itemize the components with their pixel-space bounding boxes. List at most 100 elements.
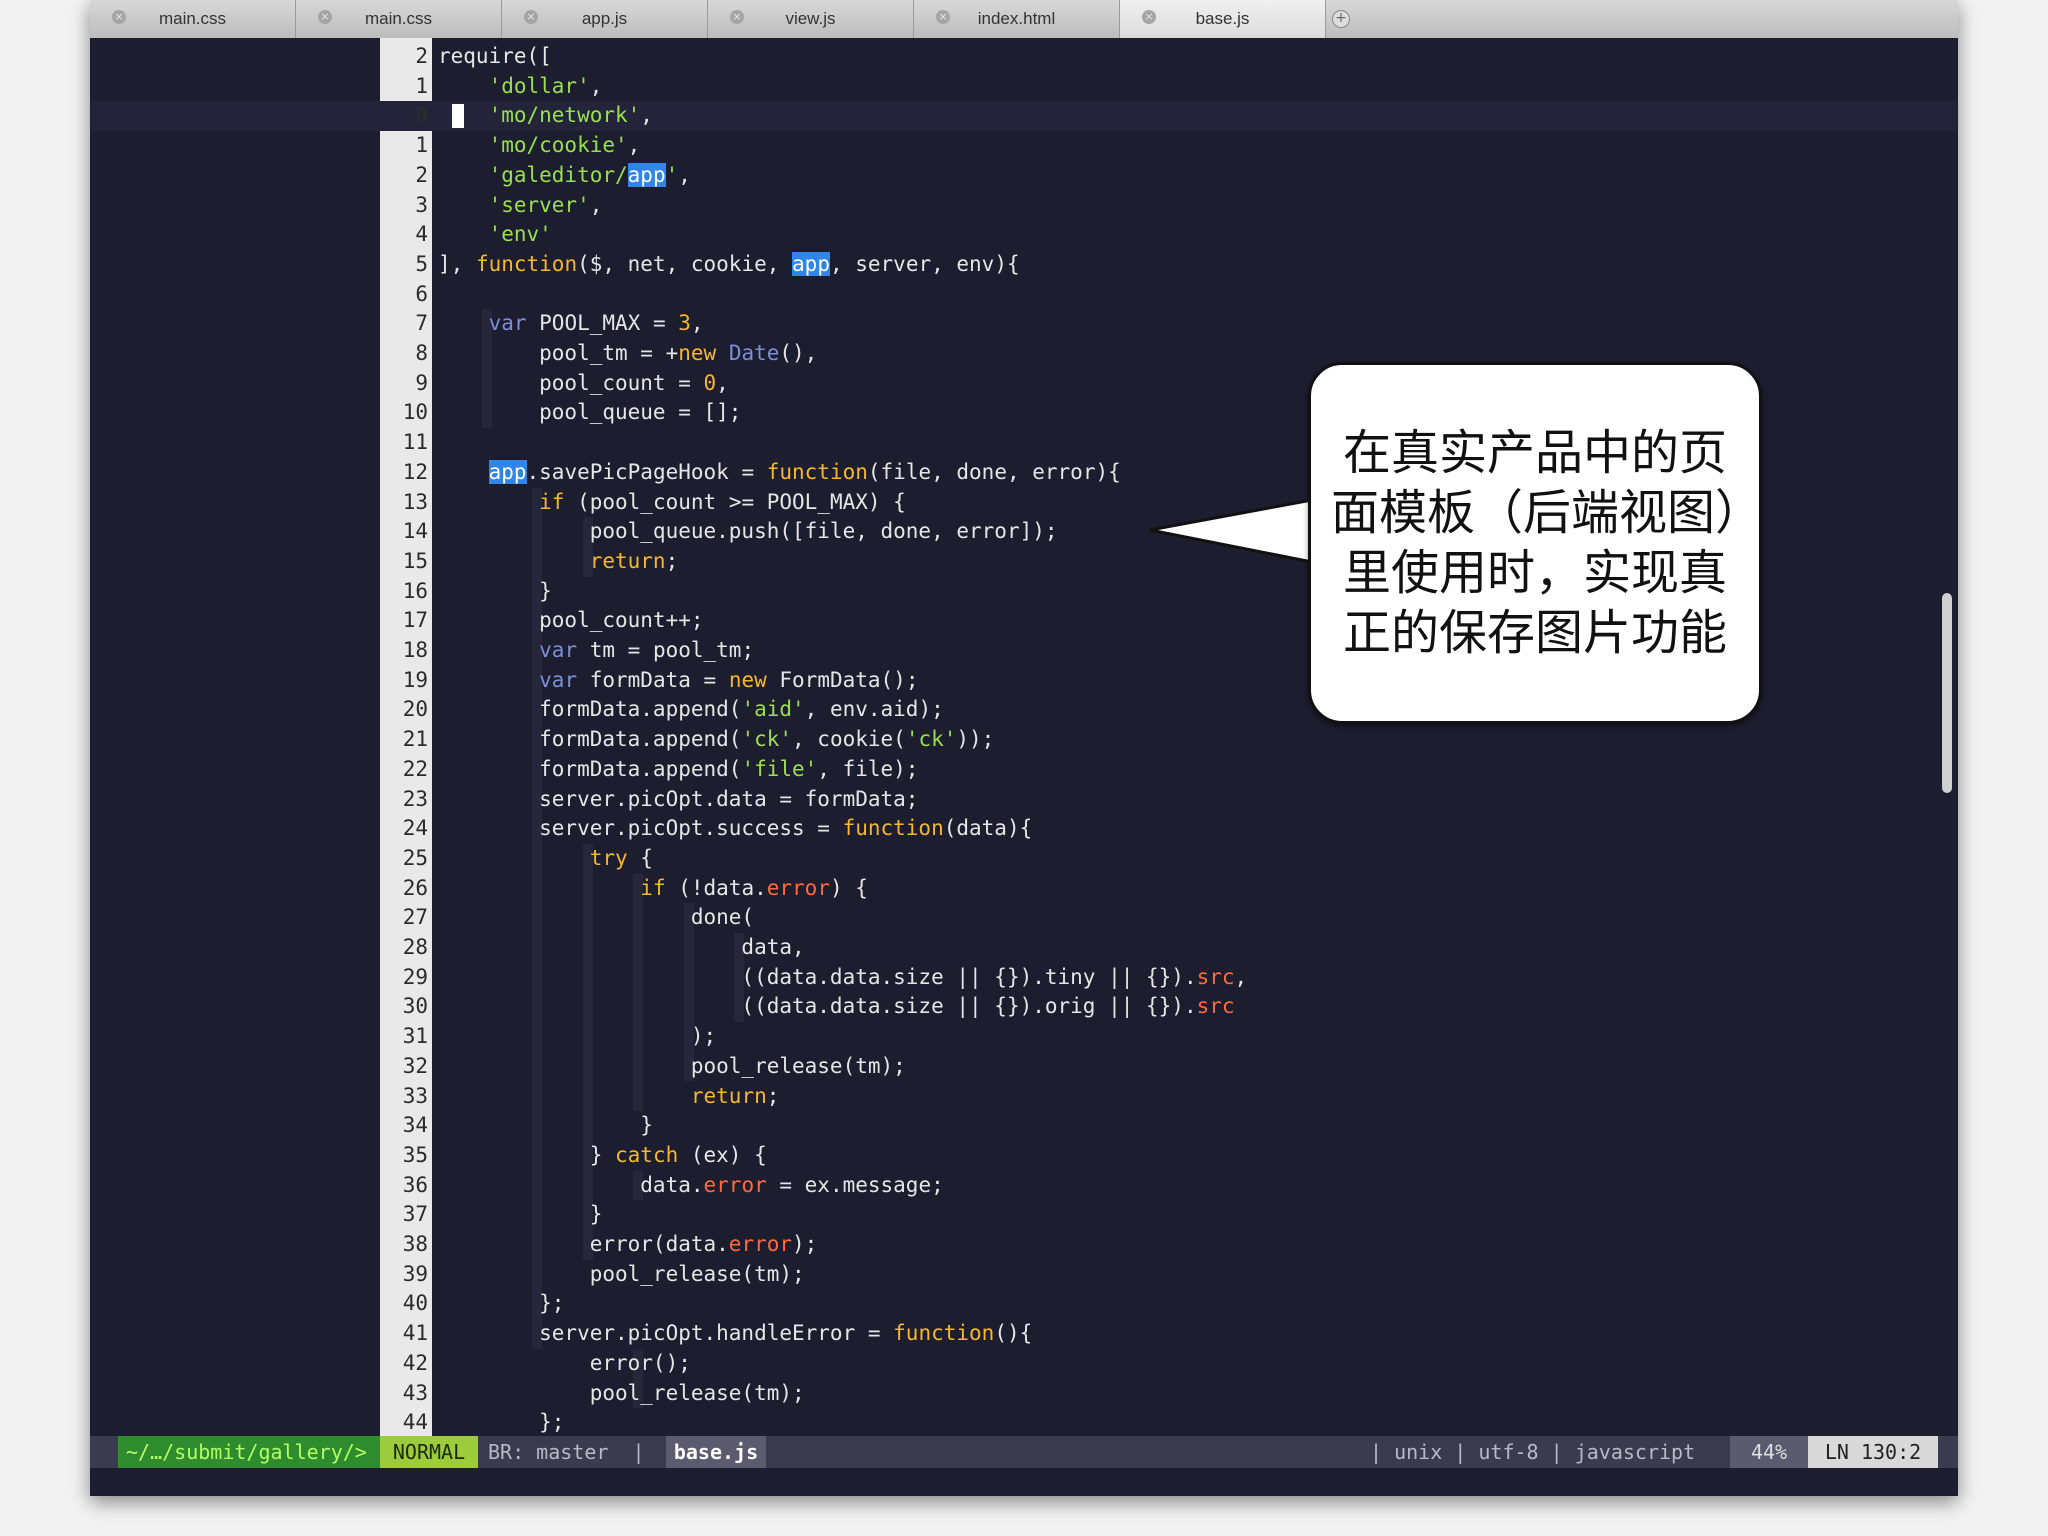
plus-icon[interactable]: + <box>1332 10 1350 28</box>
code-token: , <box>640 103 653 128</box>
code-line[interactable]: 33 return; <box>90 1082 1958 1112</box>
tab-3[interactable]: × view.js <box>708 0 914 38</box>
code-line[interactable]: 38 error(data.error); <box>90 1230 1958 1260</box>
code-token: catch <box>615 1142 679 1167</box>
code-text: pool_release(tm); <box>438 1379 805 1409</box>
code-line[interactable]: 39 pool_release(tm); <box>90 1260 1958 1290</box>
code-text: server.picOpt.data = formData; <box>438 785 918 815</box>
code-line[interactable]: 23 server.picOpt.data = formData; <box>90 785 1958 815</box>
code-token: formData.append( <box>438 727 742 752</box>
line-number: 43 <box>402 1380 428 1405</box>
tab-close-icon[interactable]: × <box>524 10 538 24</box>
code-line[interactable]: 27 done( <box>90 903 1958 933</box>
code-text: 'dollar', <box>438 72 603 102</box>
code-text: pool_count++; <box>438 606 703 636</box>
code-token: ], <box>438 251 476 276</box>
code-line[interactable]: 44 }; <box>90 1408 1958 1436</box>
code-line[interactable]: 0 'mo/network', <box>90 101 1958 132</box>
tab-1[interactable]: × main.css <box>296 0 502 38</box>
code-text: }; <box>438 1408 564 1436</box>
code-line[interactable]: 42 error(); <box>90 1349 1958 1379</box>
code-line[interactable]: 34 } <box>90 1111 1958 1141</box>
code-token: data. <box>438 1172 704 1197</box>
tab-0[interactable]: × main.css <box>90 0 296 38</box>
code-text: 'server', <box>438 191 603 221</box>
code-line[interactable]: 43 pool_release(tm); <box>90 1379 1958 1409</box>
new-tab-button[interactable]: + <box>1326 0 1356 38</box>
code-text: ((data.data.size || {}).orig || {}).src <box>438 992 1234 1022</box>
code-line[interactable]: 29 ((data.data.size || {}).tiny || {}).s… <box>90 963 1958 993</box>
code-line[interactable]: 3 'server', <box>90 191 1958 221</box>
tab-label: main.css <box>364 9 433 28</box>
tab-close-icon[interactable]: × <box>1142 10 1156 24</box>
code-token: pool_count = <box>438 370 704 395</box>
tab-close-icon[interactable]: × <box>936 10 950 24</box>
code-line[interactable]: 41 server.picOpt.handleError = function(… <box>90 1319 1958 1349</box>
code-token: function <box>766 459 868 484</box>
code-line[interactable]: 25 try { <box>90 844 1958 874</box>
code-token: , <box>589 192 603 217</box>
code-text: var formData = new FormData(); <box>438 666 918 696</box>
tab-5[interactable]: × base.js <box>1120 0 1326 38</box>
code-line[interactable]: 31 ); <box>90 1022 1958 1052</box>
code-text: error(); <box>438 1349 691 1379</box>
code-token: 'ck' <box>741 727 793 752</box>
code-line[interactable]: 26 if (!data.error) { <box>90 874 1958 904</box>
tab-2[interactable]: × app.js <box>502 0 708 38</box>
code-line[interactable]: 32 pool_release(tm); <box>90 1052 1958 1082</box>
code-token: error(data. <box>438 1232 729 1256</box>
line-number: 12 <box>402 459 428 484</box>
tab-close-icon[interactable]: × <box>318 10 332 24</box>
code-line[interactable]: 1 'mo/cookie', <box>90 131 1958 161</box>
code-line[interactable]: 36 data.error = ex.message; <box>90 1171 1958 1201</box>
scrollbar[interactable] <box>1938 38 1958 1436</box>
code-token: formData = <box>577 667 729 692</box>
code-line[interactable]: 40 }; <box>90 1289 1958 1319</box>
code-token: pool_queue.push([file, done, error]); <box>438 519 1058 544</box>
code-token: server.picOpt.handleError = <box>438 1321 894 1346</box>
code-token: formData.append( <box>438 756 742 781</box>
code-text: pool_queue = []; <box>438 398 741 428</box>
code-line[interactable]: 21 formData.append('ck', cookie('ck')); <box>90 725 1958 755</box>
code-line[interactable]: 1 'dollar', <box>90 72 1958 102</box>
code-token: }; <box>438 1410 565 1435</box>
code-line[interactable]: 4 'env' <box>90 220 1958 250</box>
line-number: 35 <box>402 1142 428 1167</box>
code-token: server.picOpt.success = <box>438 816 843 841</box>
code-line[interactable]: 6 <box>90 280 1958 310</box>
code-line[interactable]: 24 server.picOpt.success = function(data… <box>90 814 1958 844</box>
code-token: var <box>539 638 578 662</box>
status-line: ~/…/submit/gallery/> NORMAL BR: master |… <box>90 1436 1958 1468</box>
code-token: error <box>703 1172 767 1197</box>
code-line[interactable]: 5], function($, net, cookie, app, server… <box>90 250 1958 280</box>
code-token: (file, done, error){ <box>867 459 1121 484</box>
code-line[interactable]: 35 } catch (ex) { <box>90 1141 1958 1171</box>
tab-close-icon[interactable]: × <box>730 10 744 24</box>
code-token: done( <box>438 905 755 930</box>
code-text: error(data.error); <box>438 1230 818 1260</box>
code-token: ) { <box>829 875 868 900</box>
code-editor[interactable]: 2 require([1 'dollar', 0 'mo/network', 1 'm… <box>90 38 1958 1436</box>
code-line[interactable]: 2 'galeditor/app', <box>90 161 1958 191</box>
code-line[interactable]: 37 } <box>90 1200 1958 1230</box>
callout-bubble: 在真实产品中的页面模板（后端视图）里使用时，实现真正的保存图片功能 <box>1308 362 1762 724</box>
code-line[interactable]: 22 formData.append('file', file); <box>90 755 1958 785</box>
code-text: pool_queue.push([file, done, error]); <box>438 517 1058 547</box>
tab-close-icon[interactable]: × <box>112 10 126 24</box>
code-line[interactable]: 30 ((data.data.size || {}).orig || {}).s… <box>90 992 1958 1022</box>
code-token: } <box>438 1113 653 1138</box>
code-token: app <box>488 459 527 484</box>
tab-4[interactable]: × index.html <box>914 0 1120 38</box>
code-token: return <box>589 548 666 573</box>
scrollbar-thumb[interactable] <box>1942 593 1952 793</box>
code-token: (), <box>779 341 818 365</box>
code-line[interactable]: 2 require([ <box>90 42 1958 72</box>
line-number: 2 <box>415 44 428 68</box>
code-line[interactable]: 7 var POOL_MAX = 3, <box>90 309 1958 339</box>
code-line[interactable]: 28 data, <box>90 933 1958 963</box>
code-token: if <box>640 875 666 900</box>
